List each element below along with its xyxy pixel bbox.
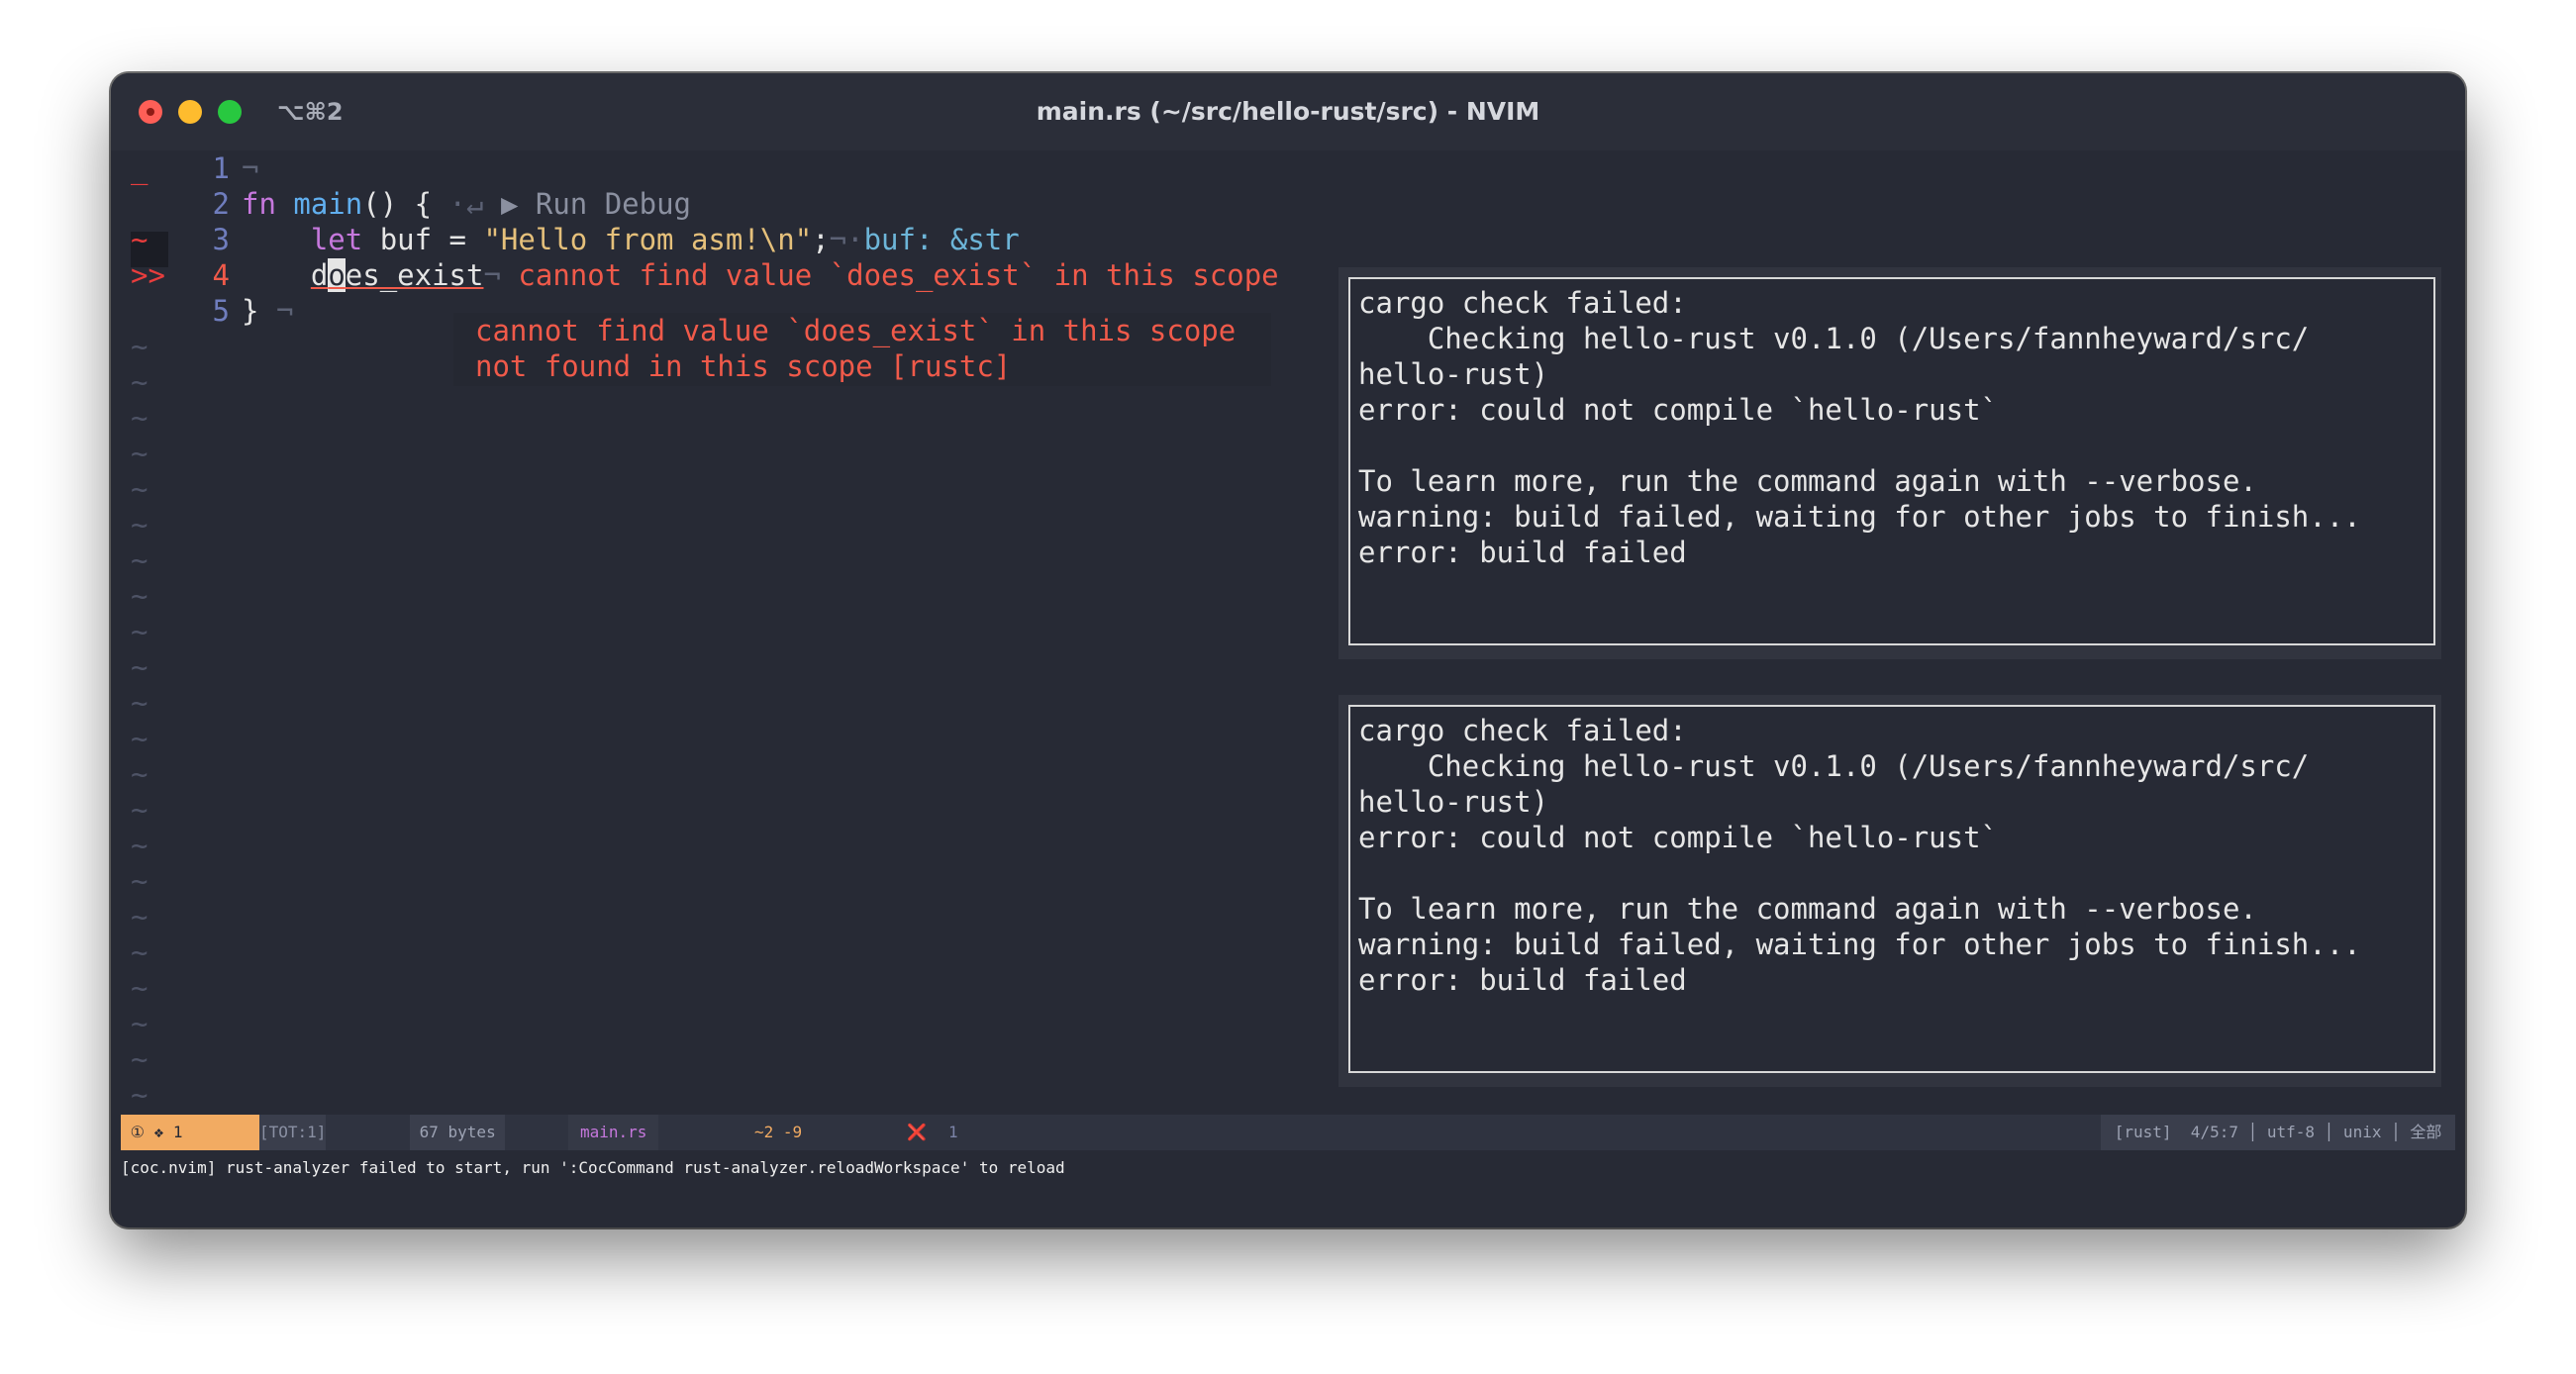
line-number-2: 2 xyxy=(212,187,230,221)
line-number-1: 1 xyxy=(212,151,230,185)
line-number-4: 4 xyxy=(212,258,230,292)
panel-line: error: could not compile `hello-rust` xyxy=(1358,393,1999,427)
empty-line-tilde: ~ xyxy=(131,1078,149,1112)
empty-line-tilde: ~ xyxy=(131,650,149,684)
panel-line: error: build failed xyxy=(1358,963,1687,997)
string-literal: "Hello from asm!\n" xyxy=(483,223,813,256)
error-identifier: does_exist xyxy=(310,258,484,292)
eol-marker: ¬ xyxy=(275,294,294,328)
code-line-5: } ¬ xyxy=(242,293,293,329)
panel-line: hello-rust) xyxy=(1358,785,1549,819)
error-icon: ❌ xyxy=(907,1123,927,1141)
empty-line-tilde: ~ xyxy=(131,864,149,898)
code-text: ; xyxy=(812,223,830,256)
panel-line: cargo check failed: xyxy=(1358,714,1687,747)
file-info: [rust] 4/5:7 │ utf-8 │ unix │ 全部 xyxy=(2101,1115,2455,1150)
empty-line-tilde: ~ xyxy=(131,615,149,648)
code-text: d xyxy=(310,258,329,292)
notification-box: cargo check failed: Checking hello-rust … xyxy=(1348,705,2435,1073)
empty-line-tilde: ~ xyxy=(131,543,149,577)
empty-line-tilde: ~ xyxy=(131,437,149,470)
eol-marker: ·↵ xyxy=(448,187,484,221)
code-line-2: fn main() { ·↵ ▶ Run Debug xyxy=(242,186,691,222)
empty-line-tilde: ~ xyxy=(131,401,149,435)
empty-line-tilde: ~ xyxy=(131,365,149,399)
type-hint: buf: &str xyxy=(863,223,1020,256)
sign-line-4-error: >> xyxy=(131,258,165,292)
line-number-5: 5 xyxy=(212,294,230,328)
empty-line-tilde: ~ xyxy=(131,686,149,720)
sign-line-3: ~ xyxy=(131,223,149,256)
panel-line: cargo check failed: xyxy=(1358,286,1687,320)
code-line-1: ¬ xyxy=(242,150,258,186)
terminal-window: ⌥⌘2 main.rs (~/src/hello-rust/src) - NVI… xyxy=(111,73,2465,1227)
empty-line-tilde: ~ xyxy=(131,330,149,363)
notification-box: cargo check failed: Checking hello-rust … xyxy=(1348,277,2435,645)
window-title: main.rs (~/src/hello-rust/src) - NVIM xyxy=(1036,97,1540,126)
eol-marker: ¬ xyxy=(483,258,501,292)
panel-line: warning: build failed, waiting for other… xyxy=(1358,500,2361,534)
panel-line: To learn more, run the command again wit… xyxy=(1358,892,2257,926)
command-line-message: [coc.nvim] rust-analyzer failed to start… xyxy=(121,1158,1065,1177)
empty-line-tilde: ~ xyxy=(131,579,149,613)
virtual-text-error: cannot find value `does_exist` in this s… xyxy=(518,258,1279,292)
sign-line-1: _ xyxy=(131,151,149,185)
notification-panel-1[interactable]: cargo check failed: Checking hello-rust … xyxy=(1338,267,2441,659)
eol-marker: ¬· xyxy=(829,223,864,256)
codelens-run-debug[interactable]: ▶ Run Debug xyxy=(501,187,691,221)
empty-line-tilde: ~ xyxy=(131,900,149,933)
function-name: main xyxy=(293,187,363,221)
git-diff-stats: ~2 -9 xyxy=(754,1123,803,1141)
panel-line: error: build failed xyxy=(1358,536,1687,569)
panel-line: To learn more, run the command again wit… xyxy=(1358,464,2257,498)
empty-line-tilde: ~ xyxy=(131,508,149,541)
mode-indicator: ① ❖ 1 xyxy=(121,1115,259,1150)
todo-count: [TOT:1] xyxy=(259,1115,327,1150)
code-line-4: does_exist¬ cannot find value `does_exis… xyxy=(242,257,1279,293)
empty-line-tilde: ~ xyxy=(131,935,149,969)
file-name: main.rs xyxy=(568,1115,659,1150)
empty-line-tilde: ~ xyxy=(131,1042,149,1076)
title-bar: ⌥⌘2 main.rs (~/src/hello-rust/src) - NVI… xyxy=(111,73,2465,150)
notification-panel-2[interactable]: cargo check failed: Checking hello-rust … xyxy=(1338,695,2441,1087)
empty-line-tilde: ~ xyxy=(131,971,149,1005)
eol-marker: ¬ xyxy=(242,151,259,185)
diagnostic-source: not found in this scope [rustc] xyxy=(475,349,1012,383)
line-number-3: 3 xyxy=(212,223,230,256)
code-text: () { xyxy=(362,187,433,221)
empty-line-tilde: ~ xyxy=(131,757,149,791)
panel-line: Checking hello-rust v0.1.0 (/Users/fannh… xyxy=(1358,322,2310,355)
file-size: 67 bytes xyxy=(410,1115,506,1150)
diagnostic-message: cannot find value `does_exist` in this s… xyxy=(475,314,1237,347)
code-text: buf = xyxy=(362,223,484,256)
empty-line-tilde: ~ xyxy=(131,722,149,755)
empty-line-tilde: ~ xyxy=(131,1007,149,1040)
text-cursor: o xyxy=(328,258,346,292)
empty-line-tilde: ~ xyxy=(131,472,149,506)
empty-line-tilde: ~ xyxy=(131,793,149,827)
empty-line-tilde: ~ xyxy=(131,829,149,862)
editor-area[interactable]: _ ~ >> 1 2 3 4 5 ¬ fn main() { ·↵ ▶ Run … xyxy=(121,150,2455,1227)
keyword-fn: fn xyxy=(242,187,276,221)
keyword-let: let xyxy=(310,223,363,256)
error-count: 1 xyxy=(948,1123,958,1141)
code-text: es_exist xyxy=(345,258,484,292)
code-text: } xyxy=(242,294,259,328)
panel-line: Checking hello-rust v0.1.0 (/Users/fannh… xyxy=(1358,749,2310,783)
panel-line: hello-rust) xyxy=(1358,357,1549,391)
status-line: ① ❖ 1 [TOT:1] 67 bytes main.rs ~2 -9 ❌ 1… xyxy=(121,1115,2455,1150)
code-line-3: let buf = "Hello from asm!\n";¬·buf: &st… xyxy=(242,222,1020,257)
panel-line: error: could not compile `hello-rust` xyxy=(1358,821,1999,854)
diagnostic-float: cannot find value `does_exist` in this s… xyxy=(453,313,1271,386)
panel-line: warning: build failed, waiting for other… xyxy=(1358,928,2361,961)
